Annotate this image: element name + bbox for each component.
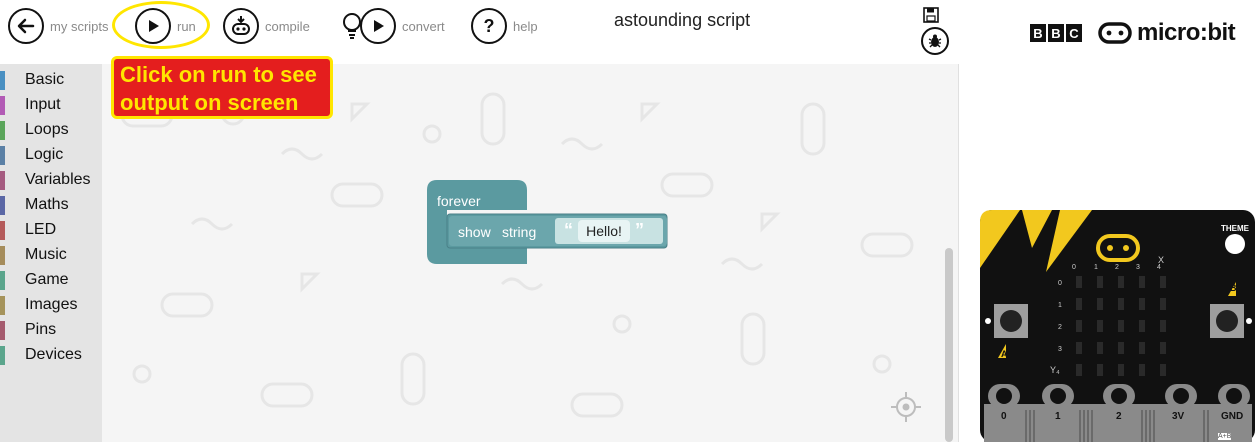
button-a[interactable] [994,304,1028,338]
category-label: Variables [25,171,91,188]
robot-download-icon [223,8,259,44]
help-button[interactable]: ? help [471,6,538,46]
run-label: run [177,18,196,34]
category-music[interactable]: Music [0,243,102,267]
category-loops[interactable]: Loops [0,118,102,142]
lightbulb-icon [340,8,364,44]
show-label: show [458,224,491,240]
help-label: help [513,18,538,34]
pin-label[interactable]: 1 [1055,411,1061,422]
column-label: 3 [1136,264,1140,271]
row-label: 3 [1058,346,1062,353]
category-devices[interactable]: Devices [0,343,102,367]
bbc-microbit-logo: B B C micro:bit [1030,19,1236,47]
category-label: Logic [25,146,64,163]
compile-button[interactable]: compile [223,6,310,46]
workspace-scrollbar[interactable] [945,248,953,442]
pin-label[interactable]: 0 [1001,411,1007,422]
string-value-input[interactable]: Hello! [578,220,630,242]
category-label: Music [25,246,67,263]
column-label: 0 [1072,264,1076,271]
category-input[interactable]: Input [0,93,102,117]
bug-icon[interactable] [921,27,949,55]
category-logic[interactable]: Logic [0,143,102,167]
column-label: 4 [1157,264,1161,271]
my-scripts-button[interactable]: my scripts [8,6,109,46]
bbc-letter: B [1030,24,1046,42]
category-pins[interactable]: Pins [0,318,102,342]
column-label: 1 [1094,264,1098,271]
category-label: LED [25,221,57,238]
category-label: Pins [25,321,57,338]
convert-button[interactable]: convert [340,6,445,46]
ab-label: A+B [1218,433,1232,440]
pin-label[interactable]: 3V [1172,411,1184,422]
row-label: 2 [1058,324,1062,331]
microbit-wordmark: micro:bit [1137,19,1236,46]
y-axis-label: Y₄ [1050,365,1060,375]
category-label: Basic [25,71,65,88]
string-label: string [502,224,537,240]
convert-label: convert [402,18,445,34]
button-b-label: B [1230,283,1237,293]
run-instruction-callout: Click on run to see output on screen [111,56,333,119]
play-icon [135,8,171,44]
open-quote-icon: “ [564,220,573,240]
row-label: 0 [1058,280,1062,287]
close-quote-icon: ” [635,220,644,240]
x-axis-label: X [1158,255,1165,265]
category-game[interactable]: Game [0,268,102,292]
microbit-face-icon [1098,22,1132,44]
button-b[interactable] [1210,304,1244,338]
blocks-workspace[interactable]: forever show string “ ” [102,64,959,442]
category-label: Input [25,96,61,113]
category-variables[interactable]: Variables [0,168,102,192]
category-label: Devices [25,346,82,363]
arrow-left-icon [8,8,44,44]
category-label: Maths [25,196,69,213]
floppy-disk-icon[interactable] [922,6,940,24]
pin-label[interactable]: GND [1221,411,1243,422]
category-sidebar: Basic Input Loops Logic Variables Maths … [0,64,102,442]
category-images[interactable]: Images [0,293,102,317]
script-title[interactable]: astounding script [614,10,750,31]
my-scripts-label: my scripts [50,18,109,34]
category-basic[interactable]: Basic [0,68,102,92]
bbc-letter: B [1048,24,1064,42]
column-label: 2 [1115,264,1119,271]
category-label: Images [25,296,78,313]
category-led[interactable]: LED [0,218,102,242]
pin-label[interactable]: 2 [1116,411,1122,422]
category-maths[interactable]: Maths [0,193,102,217]
bbc-letter: C [1066,24,1082,42]
bbc-logo: B B C [1030,24,1082,42]
run-button[interactable]: run [135,6,196,46]
compile-label: compile [265,18,310,34]
crosshair-icon[interactable] [891,392,921,422]
question-icon: ? [471,8,507,44]
theme-label[interactable]: THEME [1221,224,1249,233]
play-icon [360,8,396,44]
toolbar: my scripts run compile convert ? help as… [0,0,1255,64]
microbit-simulator[interactable]: THEME 0 1 2 3 4 X 0 1 2 3 Y₄ A B 0 1 2 3… [980,208,1255,442]
button-a-label: A [1001,349,1008,359]
microbit-logo: micro:bit [1098,19,1236,47]
forever-label: forever [437,193,481,209]
category-label: Game [25,271,69,288]
category-label: Loops [25,121,69,138]
row-label: 1 [1058,302,1062,309]
